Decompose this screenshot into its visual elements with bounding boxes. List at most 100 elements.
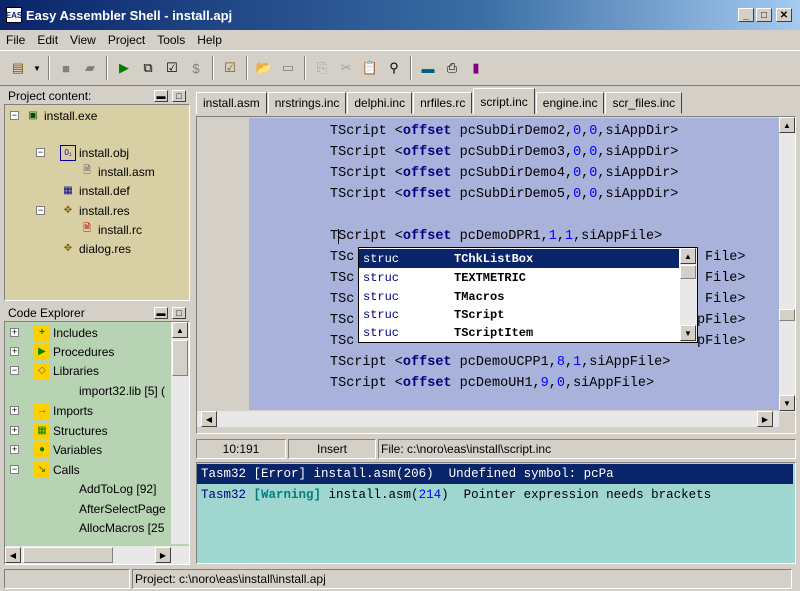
scroll-up-button[interactable]: ▲ [779,117,795,133]
tree-item-install-rc[interactable]: 🗎 install.rc [79,220,142,239]
tab-engine-inc[interactable]: engine.inc [535,92,605,114]
autocomplete-item[interactable]: struc TEXTMETRIC [359,268,679,287]
tree-item-import32-lib[interactable]: import32.lib [5] ( [79,381,165,400]
collapse-toggle[interactable]: − [36,148,45,157]
expand-toggle[interactable]: + [10,445,19,454]
scroll-thumb[interactable] [172,340,188,376]
scroll-up-button[interactable]: ▲ [172,322,188,338]
editor-tabs: install.asm nrstrings.inc delphi.inc nrf… [196,88,683,114]
cut-icon[interactable]: ✂ [335,57,357,79]
message-error[interactable]: Tasm32 [Error] install.asm(206) Undefine… [197,464,793,484]
menu-file[interactable]: File [0,33,31,47]
tab-script-inc[interactable]: script.inc [473,88,535,114]
panel-maximize-button[interactable]: □ [172,90,186,102]
autocomplete-item[interactable]: struc TScriptItem [359,323,679,342]
minimize-button[interactable]: _ [738,8,754,22]
scroll-right-button[interactable]: ▶ [155,547,171,563]
collapse-toggle[interactable]: − [36,206,45,215]
maximize-button[interactable]: □ [756,8,772,22]
tree-item-install-obj[interactable]: 0₁ install.obj [60,143,129,162]
expand-toggle[interactable]: + [10,328,19,337]
help-book-icon[interactable]: ▮ [465,57,487,79]
vertical-scrollbar[interactable]: ▲ [171,322,189,544]
editor-vertical-scrollbar[interactable]: ▲ ▼ [779,117,795,412]
autocomplete-item[interactable]: struc TScript [359,305,679,324]
scroll-down-button[interactable]: ▼ [779,395,795,411]
folder-calls-icon: ↘ [34,461,50,478]
tree-item-install-res[interactable]: ✥ install.res [60,201,130,220]
open-file-icon[interactable]: 📂 [253,57,275,79]
tree-item-install-def[interactable]: ▦ install.def [60,181,129,200]
collapse-toggle[interactable]: − [10,465,19,474]
tree-item-dialog-res[interactable]: ✥ dialog.res [60,239,131,258]
panel-minimize-button[interactable]: ▬ [154,90,168,102]
run-icon[interactable]: ▶ [113,57,135,79]
tab-install-asm[interactable]: install.asm [196,92,267,114]
paste-icon[interactable]: 📋 [359,57,381,79]
autocomplete-scrollbar[interactable]: ▲ ▼ [680,248,697,342]
tree-item-install-asm[interactable]: 🗎 install.asm [79,162,155,181]
scroll-thumb[interactable] [23,547,113,563]
scroll-left-button[interactable]: ◀ [5,547,21,563]
dropdown-arrow-icon[interactable]: ▼ [31,57,43,79]
check-icon[interactable]: ☑ [161,57,183,79]
scroll-up-button[interactable]: ▲ [680,248,696,264]
menu-help[interactable]: Help [191,33,228,47]
copy-icon[interactable]: ⎘ [311,57,333,79]
checklist-icon[interactable]: ☑ [219,57,241,79]
tree-item-install-exe[interactable]: ▣ install.exe [25,106,97,125]
scroll-thumb[interactable] [779,309,795,321]
autocomplete-item[interactable]: struc TChkListBox [359,249,679,268]
options-icon[interactable]: ▬ [417,57,439,79]
stop-all-icon[interactable]: ▰ [79,57,101,79]
expand-toggle[interactable]: + [10,426,19,435]
debug-icon[interactable]: $ [185,57,207,79]
stop-icon[interactable]: ■ [55,57,77,79]
new-project-icon[interactable]: ▤ [7,57,29,79]
panel-maximize-button[interactable]: □ [172,307,186,319]
tree-item-allocmacros[interactable]: AllocMacros [25 [79,518,164,537]
tab-nrfiles-rc[interactable]: nrfiles.rc [413,92,473,114]
project-panel-title: Project content: [8,89,92,103]
panel-minimize-button[interactable]: ▬ [154,307,168,319]
scroll-right-button[interactable]: ▶ [757,411,773,427]
scroll-down-button[interactable]: ▼ [680,325,696,341]
editor-horizontal-scrollbar[interactable]: ◀ ▶ [197,411,779,427]
horizontal-scrollbar[interactable]: ◀ ▶ [5,546,189,564]
tree-item-procedures[interactable]: ▶ Procedures [34,342,114,361]
code-line: TSc [330,292,355,307]
save-file-icon[interactable]: ▭ [277,57,299,79]
expand-toggle[interactable]: + [10,347,19,356]
code-line: TScript <offset pcDemoUH1,9,0,siAppFile> [330,376,655,391]
menu-edit[interactable]: Edit [31,33,64,47]
menu-project[interactable]: Project [102,33,151,47]
window-title: Easy Assembler Shell - install.apj [26,7,233,23]
message-warning[interactable]: Tasm32 [Warning] install.asm(214) Pointe… [197,485,793,505]
collapse-toggle[interactable]: − [10,111,19,120]
tree-item-includes[interactable]: + Includes [34,323,98,342]
collapse-toggle[interactable]: − [10,366,19,375]
tab-nrstrings-inc[interactable]: nrstrings.inc [267,92,347,114]
resource-script-icon: 🗎 [82,223,92,234]
close-button[interactable]: ✕ [776,8,792,22]
tree-item-variables[interactable]: ● Variables [34,440,102,459]
tree-item-calls[interactable]: ↘ Calls [34,460,80,479]
tree-item-libraries[interactable]: ◇ Libraries [34,361,99,380]
menu-tools[interactable]: Tools [151,33,191,47]
scroll-left-button[interactable]: ◀ [201,411,217,427]
tree-item-imports[interactable]: → Imports [34,401,93,420]
scroll-thumb[interactable] [680,265,696,279]
print-icon[interactable]: ⎙ [441,57,463,79]
find-icon[interactable]: ⚲ [383,57,405,79]
tab-delphi-inc[interactable]: delphi.inc [347,92,413,114]
menu-view[interactable]: View [64,33,102,47]
tree-item-structures[interactable]: ▦ Structures [34,421,108,440]
tree-item-afterselectpage[interactable]: AfterSelectPage [79,499,166,518]
build-icon[interactable]: ⧉ [137,57,159,79]
tab-scr-files-inc[interactable]: scr_files.inc [605,92,683,114]
tree-item-addtolog[interactable]: AddToLog [92] [79,479,156,498]
expand-toggle[interactable]: + [10,406,19,415]
code-line-tail: File> [705,292,746,307]
document-icon: 🗎 [82,165,92,176]
autocomplete-item[interactable]: struc TMacros [359,287,679,306]
